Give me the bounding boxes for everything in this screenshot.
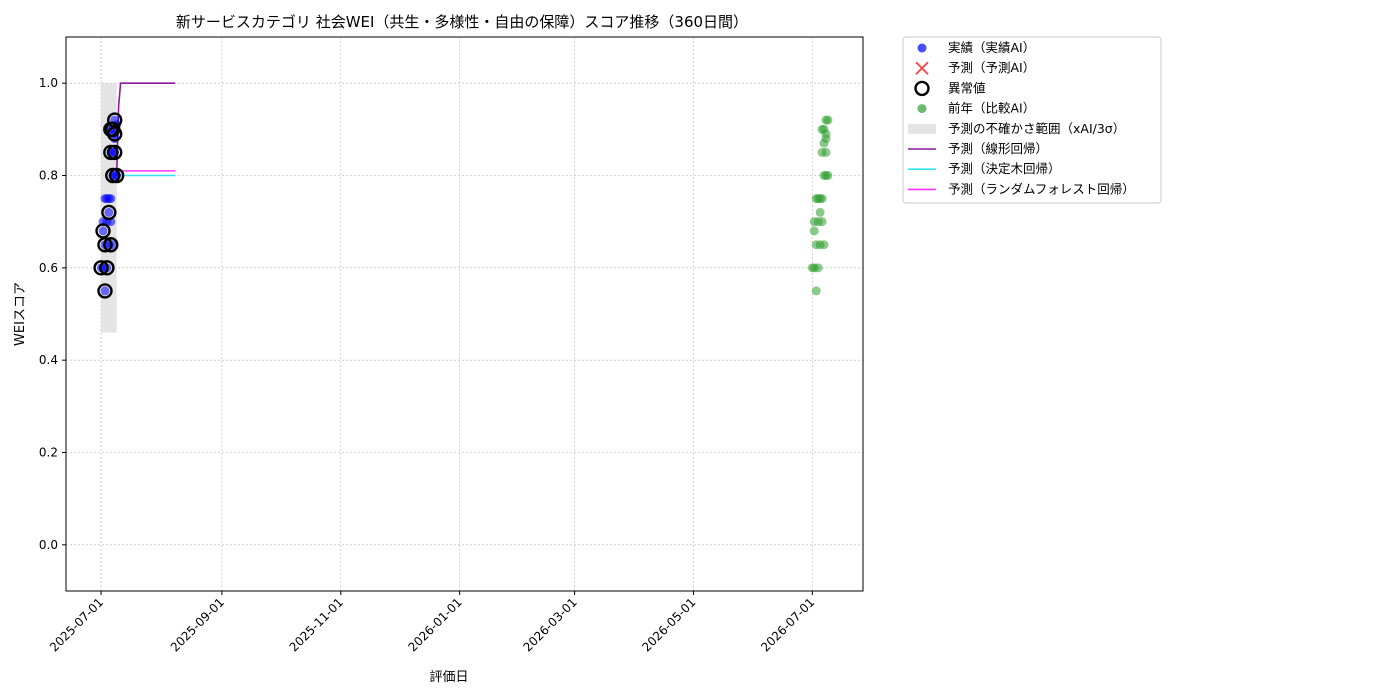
y-axis-label: WEIスコア <box>13 282 28 346</box>
data-point <box>819 240 829 250</box>
legend-label: 予測の不確かさ範囲（xAI/3σ） <box>948 121 1125 136</box>
data-point <box>817 194 827 204</box>
legend-label: 予測（予測AI） <box>948 60 1035 75</box>
y-tick-label: 0.8 <box>39 169 58 183</box>
data-point <box>98 226 108 236</box>
data-point <box>106 194 116 204</box>
y-tick-label: 0.4 <box>39 353 58 367</box>
chart-title: 新サービスカテゴリ 社会WEI（共生・多様性・自由の保障）スコア推移（360日間… <box>176 13 748 31</box>
data-point <box>817 217 827 227</box>
data-point <box>104 207 114 217</box>
legend: 実績（実績AI） 予測（予測AI） 異常値前年（比較AI） 予測の不確かさ範囲（xAI… <box>902 36 1162 204</box>
legend-label: 実績（実績AI） <box>948 40 1035 55</box>
data-point <box>821 147 831 157</box>
legend-label: 前年（比較AI） <box>948 101 1035 116</box>
data-point <box>823 171 833 180</box>
data-point <box>823 115 833 125</box>
data-point <box>809 226 819 236</box>
data-point <box>815 207 825 217</box>
legend-marker <box>908 123 936 134</box>
y-tick-label: 0.2 <box>39 446 58 460</box>
legend-label: 予測（線形回帰） <box>948 141 1048 156</box>
chart-background <box>0 0 1400 700</box>
chart-canvas: 新サービスカテゴリ 社会WEI（共生・多様性・自由の保障）スコア推移（360日間… <box>0 0 1400 700</box>
data-point <box>811 286 821 296</box>
legend-marker <box>917 43 927 53</box>
legend-marker <box>917 104 927 114</box>
y-tick-label: 0.6 <box>39 261 58 275</box>
y-tick-label: 0.0 <box>39 538 58 552</box>
legend-label: 異常値 <box>948 80 986 95</box>
legend-label: 予測（決定木回帰） <box>948 161 1061 176</box>
data-point <box>100 286 110 296</box>
x-axis-label: 評価日 <box>429 670 468 685</box>
legend-label: 予測（ランダムフォレスト回帰） <box>948 181 1135 196</box>
data-point <box>813 263 823 273</box>
data-point <box>821 129 831 139</box>
y-tick-label: 1.0 <box>39 76 58 90</box>
